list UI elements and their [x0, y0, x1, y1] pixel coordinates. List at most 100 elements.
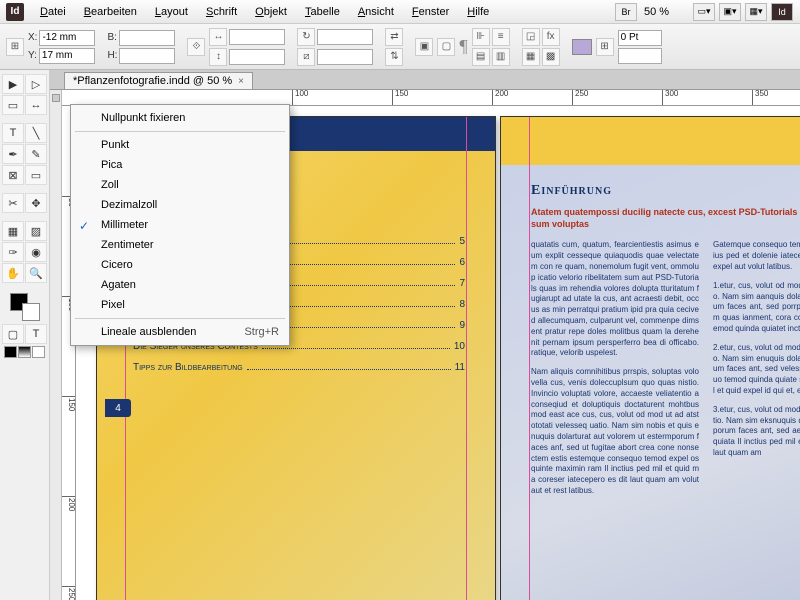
- scissors-tool[interactable]: ✂: [2, 193, 24, 213]
- eyedropper-tool[interactable]: ◉: [25, 242, 47, 262]
- pencil-tool[interactable]: ✎: [25, 144, 47, 164]
- gradient-swatch-tool[interactable]: ▦: [2, 221, 24, 241]
- gap-tool[interactable]: ↔: [25, 95, 47, 115]
- stroke-weight-input[interactable]: [618, 30, 662, 46]
- menu-item[interactable]: Agaten: [71, 275, 289, 295]
- hand-tool[interactable]: ✋: [2, 263, 24, 283]
- rect-tool[interactable]: ▭: [25, 165, 47, 185]
- y-label: Y:: [28, 50, 37, 61]
- menu-item[interactable]: Nullpunkt fixieren: [71, 108, 289, 128]
- ruler-context-menu: Nullpunkt fixieren PunktPicaZollDezimalzo…: [70, 104, 290, 346]
- scale-y-icon[interactable]: ↕: [209, 48, 227, 66]
- ruler-tick: 250: [572, 90, 588, 106]
- opt1-icon[interactable]: ▦: [522, 48, 540, 66]
- menu-bearbeiten[interactable]: Bearbeiten: [76, 3, 145, 21]
- menu-ansicht[interactable]: Ansicht: [350, 3, 402, 21]
- w-label: B:: [107, 32, 116, 43]
- gradient-tool[interactable]: ▨: [25, 221, 47, 241]
- menu-item[interactable]: Cicero: [71, 255, 289, 275]
- menu-item[interactable]: Zentimeter: [71, 235, 289, 255]
- y-input[interactable]: [39, 48, 95, 64]
- ruler-tick: 200: [492, 90, 508, 106]
- apply-text-icon[interactable]: T: [25, 324, 47, 344]
- shear-input[interactable]: [317, 49, 373, 65]
- menu-schrift[interactable]: Schrift: [198, 3, 245, 21]
- arrange-icon[interactable]: ▦▾: [745, 3, 767, 21]
- transform-tool[interactable]: ✥: [25, 193, 47, 213]
- screen-mode-icon[interactable]: ▣▾: [719, 3, 741, 21]
- body-column-2: Gatemque consequo temod maximin rem Il i…: [713, 240, 800, 504]
- opt2-icon[interactable]: ▩: [542, 48, 560, 66]
- type-tool[interactable]: T: [2, 123, 24, 143]
- menu-hilfe[interactable]: Hilfe: [459, 3, 497, 21]
- h-input[interactable]: [119, 48, 175, 64]
- fill-swatch[interactable]: [572, 39, 592, 55]
- rotate-icon[interactable]: ↻: [297, 28, 315, 46]
- align-icon[interactable]: ≡: [492, 28, 510, 46]
- apply-container-icon[interactable]: ▢: [2, 324, 24, 344]
- flip-h-icon[interactable]: ⇄: [385, 28, 403, 46]
- menu-item[interactable]: Lineale ausblendenStrg+R: [71, 322, 289, 342]
- app-logo-icon: Id: [6, 3, 24, 21]
- pen-tool[interactable]: ✒: [2, 144, 24, 164]
- zoom-tool[interactable]: 🔍: [25, 263, 47, 283]
- wrap2-icon[interactable]: ▥: [492, 48, 510, 66]
- menu-objekt[interactable]: Objekt: [247, 3, 295, 21]
- guide[interactable]: [466, 117, 467, 600]
- corner-icon[interactable]: ◲: [522, 28, 540, 46]
- panel-dock-left[interactable]: [50, 90, 62, 600]
- fx-icon[interactable]: fx: [542, 28, 560, 46]
- fill-stroke-swatch[interactable]: [10, 293, 40, 321]
- dock-grip-icon: [52, 94, 60, 102]
- menu-item[interactable]: ✓Millimeter: [71, 215, 289, 235]
- anchor-proxy-icon[interactable]: ⊞: [6, 38, 24, 56]
- stroke-swap-icon[interactable]: ⊞: [596, 38, 614, 56]
- select-parent-icon[interactable]: ▣: [415, 38, 433, 56]
- constrain-icon[interactable]: ⟐: [187, 38, 205, 56]
- menu-fenster[interactable]: Fenster: [404, 3, 457, 21]
- wrap1-icon[interactable]: ▤: [472, 48, 490, 66]
- h-label: H:: [107, 50, 117, 61]
- dist-icon[interactable]: ⊪: [472, 28, 490, 46]
- menu-item[interactable]: Punkt: [71, 135, 289, 155]
- rect-frame-tool[interactable]: ⊠: [2, 165, 24, 185]
- scale-x-icon[interactable]: ↔: [209, 28, 227, 46]
- menu-tabelle[interactable]: Tabelle: [297, 3, 348, 21]
- shear-icon[interactable]: ⧄: [297, 48, 315, 66]
- ruler-tick: 200: [62, 496, 76, 511]
- guide[interactable]: [529, 117, 530, 600]
- note-tool[interactable]: ✑: [2, 242, 24, 262]
- close-tab-icon[interactable]: ×: [238, 76, 244, 87]
- scale-y-input[interactable]: [229, 49, 285, 65]
- rotate-input[interactable]: [317, 29, 373, 45]
- x-input[interactable]: [39, 30, 95, 46]
- flip-v-icon[interactable]: ⇅: [385, 48, 403, 66]
- menu-item[interactable]: Dezimalzoll: [71, 195, 289, 215]
- toolbox: ▶▷ ▭↔ T╲ ✒✎ ⊠▭ ✂✥ ▦▨ ✑◉ ✋🔍 ▢T: [0, 70, 50, 600]
- menu-datei[interactable]: Datei: [32, 3, 74, 21]
- page-header-box: [501, 117, 800, 165]
- page-tool[interactable]: ▭: [2, 95, 24, 115]
- ruler-tick: 100: [292, 90, 308, 106]
- zoom-level[interactable]: 50 %: [640, 6, 690, 18]
- right-page-content: Einführung Atatem quatempossi ducilig na…: [531, 183, 800, 505]
- page-right[interactable]: Einführung Atatem quatempossi ducilig na…: [500, 116, 800, 600]
- select-content-icon[interactable]: ▢: [437, 38, 455, 56]
- paragraph-icon[interactable]: ¶: [459, 36, 467, 57]
- stroke-style-input[interactable]: [618, 48, 662, 64]
- check-icon: ✓: [79, 219, 89, 233]
- line-tool[interactable]: ╲: [25, 123, 47, 143]
- scale-x-input[interactable]: [229, 29, 285, 45]
- menu-item[interactable]: Zoll: [71, 175, 289, 195]
- document-tab[interactable]: *Pflanzenfotografie.indd @ 50 % ×: [64, 72, 253, 89]
- direct-selection-tool[interactable]: ▷: [25, 74, 47, 94]
- menu-item[interactable]: Pixel: [71, 295, 289, 315]
- color-mode-row[interactable]: [4, 346, 45, 358]
- view-mode-icon[interactable]: ▭▾: [693, 3, 715, 21]
- selection-tool[interactable]: ▶: [2, 74, 24, 94]
- w-input[interactable]: [119, 30, 175, 46]
- x-label: X:: [28, 32, 37, 43]
- bridge-button[interactable]: Br: [615, 3, 637, 21]
- menu-layout[interactable]: Layout: [147, 3, 196, 21]
- menu-item[interactable]: Pica: [71, 155, 289, 175]
